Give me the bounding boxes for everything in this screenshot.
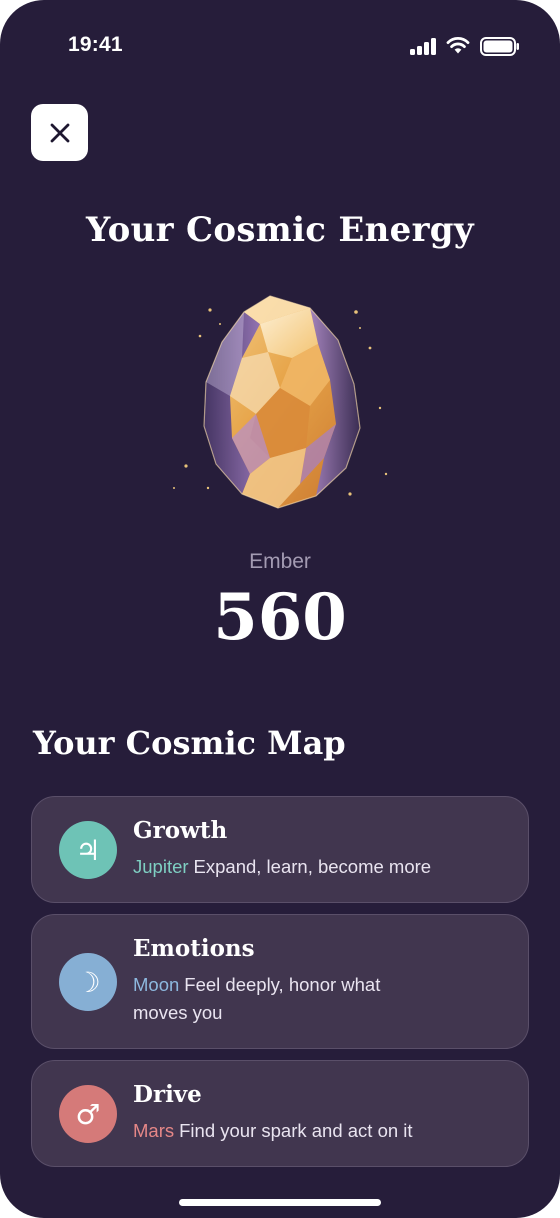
planet-name: Mars (133, 1120, 175, 1141)
card-description-text: Find your spark and act on it (179, 1120, 413, 1141)
energy-label: Ember (249, 550, 311, 573)
cosmic-map-card-drive[interactable]: ♂ Drive Mars Find your spark and act on i… (31, 1060, 529, 1167)
card-title: Emotions (133, 935, 255, 962)
moon-icon: ☽ (59, 953, 117, 1011)
close-icon (50, 123, 69, 142)
card-description: Moon Feel deeply, honor what moves you (133, 971, 413, 1027)
status-bar: 19:41 (0, 0, 560, 92)
section-title: Your Cosmic Map (33, 724, 346, 762)
close-button[interactable] (31, 104, 88, 161)
cosmic-map-card-growth[interactable]: ♃ Growth Jupiter Expand, learn, become mo… (31, 796, 529, 903)
card-description: Mars Find your spark and act on it (133, 1117, 433, 1145)
card-description: Jupiter Expand, learn, become more (133, 853, 433, 881)
card-description-text: Expand, learn, become more (193, 856, 432, 877)
wifi-icon (446, 37, 470, 54)
card-title: Growth (133, 817, 228, 844)
ember-gem-image (173, 295, 388, 509)
planet-name: Jupiter (133, 856, 189, 877)
cosmic-map-card-emotions[interactable]: ☽ Emotions Moon Feel deeply, honor what m… (31, 914, 529, 1049)
battery-icon (480, 37, 519, 56)
card-title: Drive (133, 1081, 202, 1108)
signal-icon (410, 38, 438, 55)
planet-name: Moon (133, 974, 180, 995)
jupiter-icon: ♃ (59, 821, 117, 879)
mars-icon: ♂ (59, 1085, 117, 1143)
page-title: Your Cosmic Energy (86, 210, 474, 250)
energy-value: 560 (213, 580, 347, 655)
status-time: 19:41 (68, 33, 123, 56)
home-indicator[interactable] (179, 1199, 381, 1206)
phone-screen: 19:41 Your Cosmic Energy Ember 560 Your … (0, 0, 560, 1218)
